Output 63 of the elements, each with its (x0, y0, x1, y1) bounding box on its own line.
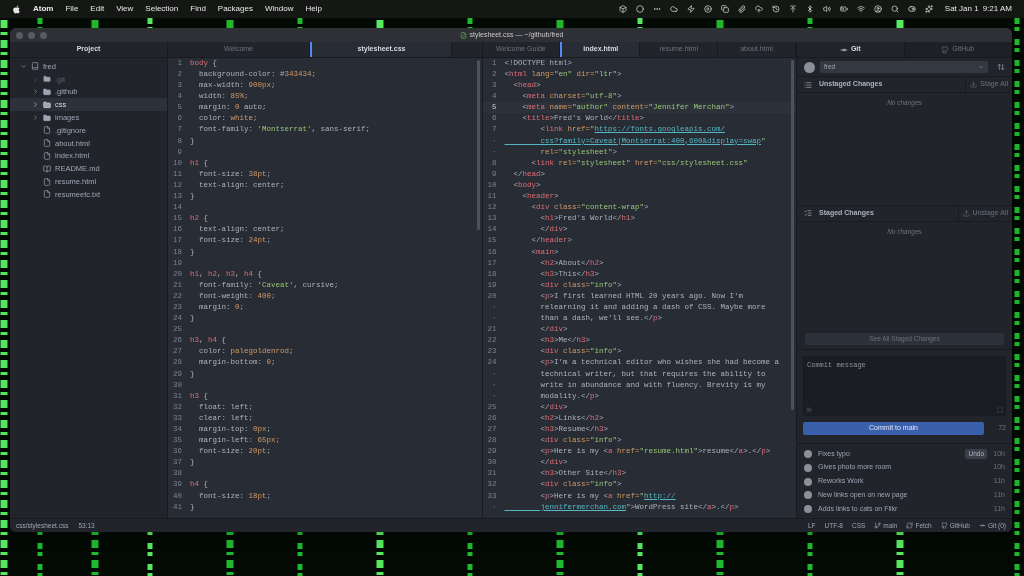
menu-item[interactable]: Window (264, 3, 294, 15)
list-icon (804, 80, 812, 89)
download-icon (970, 81, 978, 88)
folder-icon (43, 75, 51, 84)
book-icon (43, 164, 51, 173)
copy-icon[interactable] (720, 5, 729, 13)
repo-icon (31, 62, 39, 71)
list-icon (804, 209, 812, 217)
avatar-icon (804, 61, 815, 73)
menu-bar-time: 9:21 AM (982, 3, 1012, 15)
search-icon[interactable] (890, 5, 899, 13)
file-icon (43, 190, 51, 199)
history-icon[interactable] (771, 5, 780, 13)
folder-icon (43, 113, 51, 122)
caret-icon (978, 64, 984, 70)
document-icon (459, 31, 467, 39)
cloud-icon[interactable] (669, 5, 678, 13)
bluetooth-icon[interactable] (805, 5, 814, 13)
menu-item[interactable]: Packages (217, 3, 253, 15)
commit-icon (978, 522, 986, 529)
control-center-icon[interactable] (907, 5, 916, 13)
code-editor[interactable] (482, 58, 796, 518)
chevron-icon[interactable] (20, 62, 27, 70)
file-icon (43, 126, 51, 135)
bolt-icon[interactable] (686, 5, 695, 13)
menu-bar-date: Sat Jan 1 (944, 3, 979, 15)
apple-icon[interactable] (12, 4, 21, 14)
chevron-icon[interactable] (32, 101, 39, 109)
wifi-icon[interactable] (856, 5, 865, 13)
code-editor[interactable] (168, 58, 482, 518)
menu-item[interactable]: File (65, 3, 79, 15)
menu-item[interactable]: Edit (90, 3, 105, 15)
folder-icon (43, 88, 51, 96)
scrollbar-thumb[interactable] (791, 60, 794, 410)
play-icon[interactable] (703, 5, 712, 13)
paperclip-icon[interactable] (737, 5, 746, 13)
refresh-icon (906, 522, 914, 529)
sort-icon[interactable] (997, 63, 1005, 71)
volume-icon[interactable] (822, 5, 831, 13)
app-menu[interactable]: Atom (33, 3, 54, 15)
chevron-icon[interactable] (32, 88, 39, 96)
battery-icon[interactable] (839, 5, 848, 13)
circle-icon[interactable] (635, 5, 644, 13)
ellipsis-icon[interactable] (652, 5, 661, 13)
menu-item[interactable]: Selection (145, 3, 179, 15)
box-icon[interactable] (618, 5, 627, 13)
file-icon (43, 139, 51, 148)
folder-icon (43, 100, 51, 109)
menu-item[interactable]: Help (305, 3, 322, 15)
branch-icon (874, 522, 882, 529)
menu-item[interactable]: Find (190, 3, 206, 15)
scrollbar-thumb[interactable] (476, 60, 480, 230)
user-icon[interactable] (873, 5, 882, 13)
file-icon (43, 177, 51, 186)
sparkle-icon[interactable] (924, 5, 933, 13)
upload-icon (962, 209, 970, 217)
menu-item[interactable]: View (116, 3, 134, 15)
file-icon (43, 151, 51, 160)
chevron-icon[interactable] (32, 114, 39, 122)
github-icon (940, 522, 948, 529)
eject-icon[interactable] (788, 5, 797, 13)
github-icon (941, 45, 950, 54)
cloud-upload-icon[interactable] (754, 5, 763, 13)
